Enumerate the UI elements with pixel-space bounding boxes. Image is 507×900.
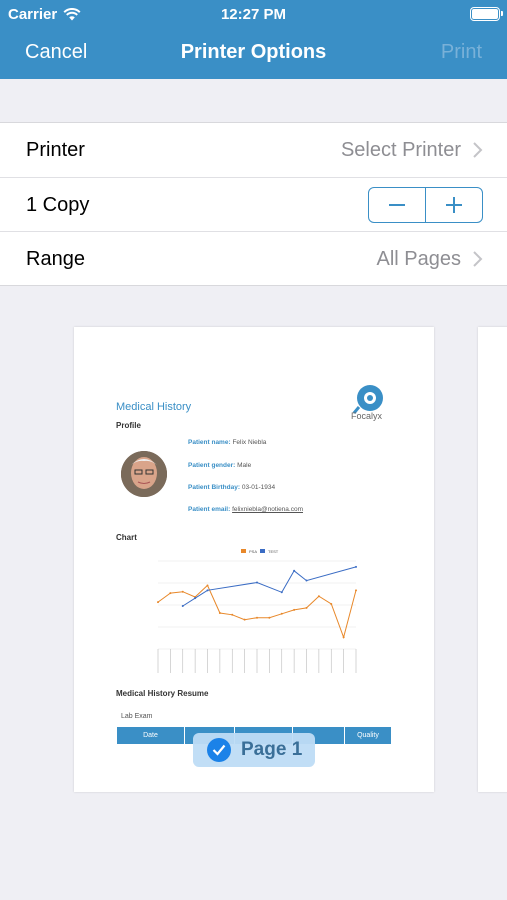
patient-email-label: Patient email: [188,506,231,513]
copies-label: 1 Copy [26,194,90,216]
checkmark-icon [207,738,231,762]
patient-name: Felix Niebla [232,439,267,446]
plus-icon [446,197,462,213]
resume-heading: Medical History Resume [116,689,209,698]
range-value: All Pages [376,248,462,270]
lab-exam-label: Lab Exam [121,713,153,720]
data-point-test [256,581,258,584]
range-row[interactable]: Range All Pages [0,231,507,285]
data-point-psa [206,584,209,587]
legend-test-swatch [260,549,265,553]
table-header-date: Date [117,727,185,744]
patient-birthday: 03-01-1934 [241,484,276,491]
logo-text: Focalyx [351,411,383,421]
status-bar: Carrier 12:27 PM [0,0,507,30]
patient-gender: Male [237,462,252,469]
copies-stepper[interactable] [368,187,483,223]
data-point-psa [218,612,221,615]
range-label: Range [26,248,85,270]
chevron-right-icon [473,142,483,158]
increment-button[interactable] [425,188,482,222]
data-point-psa [293,608,296,611]
legend-psa-label: PSA [249,549,257,554]
data-point-psa [181,590,184,593]
patient-email-line: Patient email: felixniebla@notiena.com [188,506,303,513]
data-point-psa [243,618,246,621]
page-preview-2[interactable] [478,327,507,792]
data-point-test [280,591,283,594]
minus-icon [389,204,405,206]
data-point-test [355,565,357,568]
printer-label: Printer [26,139,85,161]
page-preview-1[interactable]: Medical History Focalyx Profile Patient … [74,327,434,792]
data-point-test [194,597,197,600]
data-point-psa [256,616,258,619]
printer-settings-list: Printer Select Printer 1 Copy Range All … [0,122,507,286]
legend-psa-swatch [241,549,246,553]
series-line-psa [157,584,357,639]
printer-row[interactable]: Printer Select Printer [0,123,507,177]
data-point-test [206,589,209,592]
data-point-psa [317,595,320,598]
patient-avatar [121,451,167,497]
patient-name-line: Patient name: Felix Niebla [188,439,266,446]
data-point-psa [305,606,308,609]
data-point-psa [355,589,357,592]
table-header-quality: Quality [357,732,379,739]
chevron-right-icon [473,251,483,267]
patient-email: felixniebla@notiena.com [232,506,303,513]
chart-heading: Chart [116,533,137,542]
print-button[interactable]: Print [441,41,482,64]
document-title: Medical History [116,401,192,413]
data-point-psa [231,613,234,616]
decrement-button[interactable] [369,188,425,222]
patient-gender-line: Patient gender: Male [188,462,251,469]
series-line-test [182,566,357,607]
print-preview-area[interactable]: Medical History Focalyx Profile Patient … [0,284,507,900]
battery-icon [470,7,503,21]
page-title: Printer Options [180,41,327,63]
data-point-psa [280,612,283,615]
medical-chart: PSA TEST [157,549,357,673]
patient-name-label: Patient name: [188,439,231,446]
copies-row: 1 Copy [0,177,507,231]
patient-gender-label: Patient gender: [188,462,236,469]
clock: 12:27 PM [220,6,287,23]
data-point-psa [330,603,333,606]
printer-value: Select Printer [340,139,461,161]
page-selected-badge[interactable]: Page 1 [193,733,315,767]
patient-birthday-label: Patient Birthday: [188,484,241,491]
data-point-psa [169,592,172,595]
profile-heading: Profile [116,421,141,430]
patient-birthday-line: Patient Birthday: 03-01-1934 [188,484,275,491]
data-point-test [305,579,308,582]
data-point-test [293,569,296,572]
navigation-bar: Cancel Printer Options Print [0,30,507,79]
page-label: Page 1 [241,739,303,760]
data-point-psa [157,601,159,604]
legend-test-label: TEST [268,549,279,554]
data-point-test [181,604,184,607]
data-point-psa [268,616,271,619]
data-point-psa [342,636,345,639]
